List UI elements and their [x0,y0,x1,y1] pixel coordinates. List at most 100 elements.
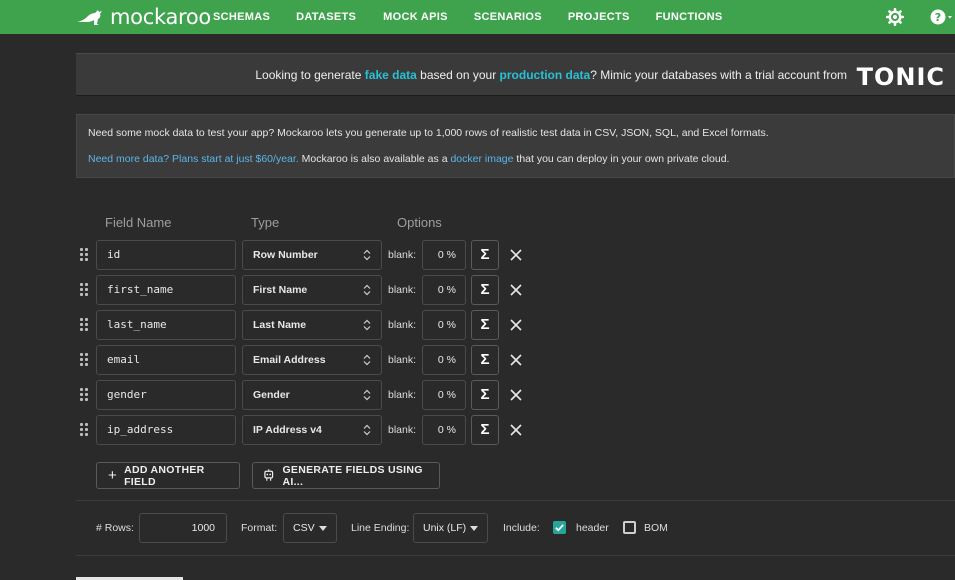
drag-handle-icon[interactable] [80,388,89,402]
formula-sigma-button[interactable]: Σ [471,345,499,375]
drag-handle-icon[interactable] [80,248,89,262]
field-type-value: Row Number [253,249,318,261]
field-name-input[interactable]: id [96,240,236,270]
up-down-arrows-icon [363,354,371,366]
field-type-value: First Name [253,284,308,296]
blank-percent-input[interactable]: 0 % [422,415,466,445]
field-type-select[interactable]: Gender [242,380,382,410]
field-type-value: Gender [253,389,290,401]
up-down-arrows-icon [363,424,371,436]
drag-handle-icon[interactable] [80,283,89,297]
blank-percent-input[interactable]: 0 % [422,275,466,305]
line-ending-label: Line Ending: [351,522,410,534]
info-text-part: Mockaroo is also available as a [298,153,451,165]
drag-handle-icon[interactable] [80,318,89,332]
tonic-logo[interactable]: TONIC [857,63,945,91]
formula-sigma-button[interactable]: Σ [471,240,499,270]
blank-percent-input[interactable]: 0 % [422,345,466,375]
banner-text-part: ? Mimic your databases with a trial acco… [590,68,847,82]
blank-percent-input[interactable]: 0 % [422,380,466,410]
banner-text-part: Looking to generate [255,68,365,82]
field-row: email Email Address blank: 0 % Σ [80,345,530,375]
nav-scenarios[interactable]: SCENARIOS [474,11,542,23]
close-icon[interactable] [509,388,523,402]
mockaroo-logo[interactable]: mockaroo [76,5,211,29]
field-name-input[interactable]: last_name [96,310,236,340]
logo-text: mockaroo [110,5,211,29]
tonic-promo-banner[interactable]: Looking to generate fake data based on y… [76,53,955,96]
kangaroo-icon [77,10,102,25]
bom-checkbox-label: BOM [644,522,668,534]
rows-input[interactable]: 1000 [139,513,227,543]
line-ending-select[interactable]: Unix (LF) [413,513,488,543]
field-type-select[interactable]: Last Name [242,310,382,340]
close-icon[interactable] [509,353,523,367]
field-type-value: Email Address [253,354,326,366]
info-text-part: that you can deploy in your own private … [513,153,730,165]
format-value: CSV [293,522,315,534]
field-type-select[interactable]: First Name [242,275,382,305]
nav-mock-apis[interactable]: MOCK APIS [383,11,448,23]
formula-sigma-button[interactable]: Σ [471,275,499,305]
checkmark-icon [555,524,564,532]
close-icon[interactable] [509,318,523,332]
up-down-arrows-icon [363,389,371,401]
up-down-arrows-icon [363,284,371,296]
add-another-field-button[interactable]: + ADD ANOTHER FIELD [96,462,240,489]
field-name-input[interactable]: gender [96,380,236,410]
formula-sigma-button[interactable]: Σ [471,310,499,340]
nav-projects[interactable]: PROJECTS [568,11,630,23]
field-type-value: IP Address v4 [253,424,322,436]
fake-data-highlight: fake data [364,68,417,82]
docker-image-link[interactable]: docker image [450,153,513,165]
info-pricing-line: Need more data? Plans start at just $60/… [88,153,729,165]
line-ending-value: Unix (LF) [423,522,467,534]
nav-datasets[interactable]: DATASETS [296,11,356,23]
field-name-input[interactable]: first_name [96,275,236,305]
up-down-arrows-icon [363,319,371,331]
field-name-input[interactable]: ip_address [96,415,236,445]
main-nav: SCHEMAS DATASETS MOCK APIS SCENARIOS PRO… [213,0,749,34]
info-panel: Need some mock data to test your app? Mo… [76,114,955,178]
formula-sigma-button[interactable]: Σ [471,380,499,410]
bom-checkbox[interactable] [623,521,636,534]
gear-icon[interactable] [886,8,904,26]
close-icon[interactable] [509,423,523,437]
up-down-arrows-icon [363,249,371,261]
field-row: gender Gender blank: 0 % Σ [80,380,530,410]
drag-handle-icon[interactable] [80,353,89,367]
help-icon[interactable]: ? [930,8,954,26]
banner-text-part: based on your [416,68,500,82]
type-header: Type [251,215,280,230]
header-checkbox-label: header [576,522,609,534]
field-row: id Row Number blank: 0 % Σ [80,240,530,270]
generate-fields-ai-button[interactable]: GENERATE FIELDS USING AI... [252,462,440,489]
chevron-down-icon [319,526,327,531]
field-row: last_name Last Name blank: 0 % Σ [80,310,530,340]
nav-schemas[interactable]: SCHEMAS [213,11,270,23]
field-type-value: Last Name [253,319,307,331]
close-icon[interactable] [509,283,523,297]
blank-label: blank: [388,389,417,401]
banner-text: Looking to generate fake data based on y… [255,68,847,82]
include-label: Include: [503,522,540,534]
blank-percent-input[interactable]: 0 % [422,240,466,270]
format-select[interactable]: CSV [283,513,337,543]
nav-functions[interactable]: FUNCTIONS [656,11,723,23]
field-type-select[interactable]: IP Address v4 [242,415,382,445]
blank-percent-input[interactable]: 0 % [422,310,466,340]
field-type-select[interactable]: Email Address [242,345,382,375]
options-header: Options [397,215,442,230]
blank-label: blank: [388,284,417,296]
formula-sigma-button[interactable]: Σ [471,415,499,445]
close-icon[interactable] [509,248,523,262]
header-checkbox[interactable] [553,521,566,534]
drag-handle-icon[interactable] [80,423,89,437]
field-type-select[interactable]: Row Number [242,240,382,270]
robot-icon [264,469,274,481]
pricing-link[interactable]: Need more data? Plans start at just $60/… [88,153,299,165]
field-row: ip_address IP Address v4 blank: 0 % Σ [80,415,530,445]
field-name-input[interactable]: email [96,345,236,375]
chevron-down-icon [470,526,478,531]
blank-label: blank: [388,249,417,261]
